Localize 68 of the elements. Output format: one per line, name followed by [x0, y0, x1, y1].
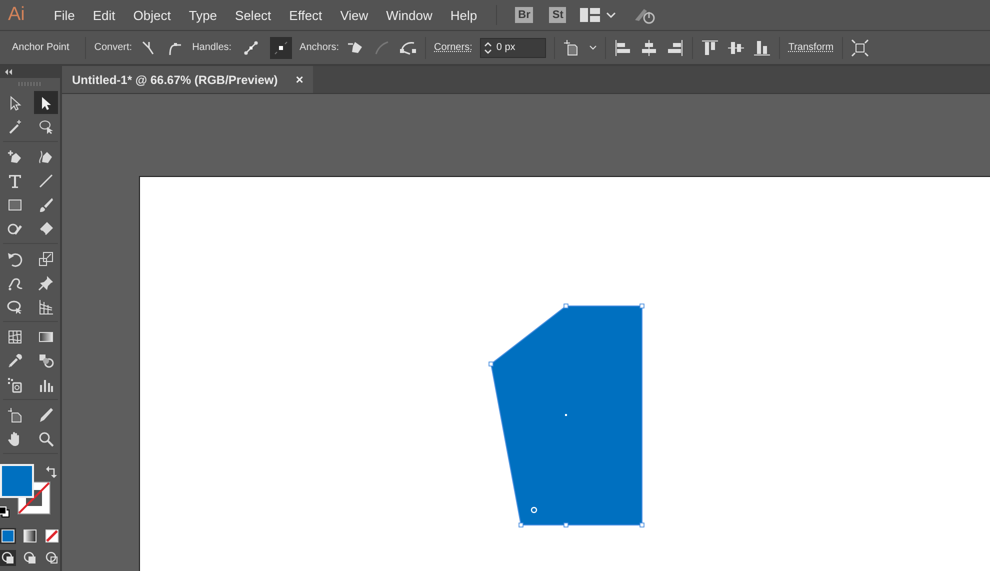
square-icon: [6, 196, 22, 212]
sprayer-icon: [6, 376, 22, 392]
convert-label: Convert:: [94, 42, 132, 53]
menu-item[interactable]: Window: [377, 4, 442, 26]
polygon-shape[interactable]: [488, 304, 644, 528]
fill-swatch[interactable]: [0, 464, 34, 498]
menu-item[interactable]: View: [331, 4, 378, 26]
zoom-icon: [38, 430, 54, 446]
app-badge[interactable]: St: [549, 7, 566, 23]
align-bottom-icon[interactable]: [753, 38, 772, 56]
layout-icon[interactable]: [580, 8, 600, 22]
mesh-icon: [6, 328, 22, 344]
none-mode-button[interactable]: [44, 528, 60, 544]
hide-handles-button[interactable]: [270, 36, 292, 58]
lasso-icon: [38, 118, 54, 134]
scale-icon: [38, 250, 54, 266]
menu-item[interactable]: Edit: [84, 4, 124, 26]
menu-item[interactable]: Effect: [280, 4, 332, 26]
align-left-icon[interactable]: [614, 38, 632, 56]
stepper-icon[interactable]: [484, 40, 492, 54]
eraser-icon: [38, 220, 54, 236]
color-mode-button[interactable]: [0, 528, 16, 544]
rotate-icon: [6, 250, 22, 266]
anchors-label: Anchors:: [300, 42, 339, 53]
diagonal-line-icon: [38, 172, 54, 188]
pen-curve-icon: [38, 148, 54, 164]
menu-item[interactable]: File: [44, 4, 84, 26]
sync-icon[interactable]: [634, 6, 656, 24]
pin-icon: [38, 274, 54, 290]
isolate-icon[interactable]: [850, 38, 869, 56]
grid-icon: [38, 298, 54, 314]
swap-arrows-icon[interactable]: [46, 466, 58, 478]
direct-selection-tool[interactable]: [34, 91, 58, 114]
chevron-down-icon[interactable]: [606, 11, 616, 19]
document-tab[interactable]: Untitled-1* @ 66.67% (RGB/Preview) ×: [62, 66, 314, 93]
pen-plus-icon: [6, 148, 22, 164]
letter-t-icon: [6, 172, 22, 188]
app-logo: Ai: [7, 4, 26, 26]
chevron-down-icon[interactable]: [589, 44, 598, 50]
blend-icon: [38, 352, 54, 368]
corners-field[interactable]: 0 px: [480, 38, 546, 58]
wand-icon: [6, 118, 22, 134]
brush-icon: [38, 196, 54, 212]
align-right-icon[interactable]: [666, 38, 684, 56]
default-colors-icon[interactable]: [0, 506, 10, 518]
collapse-icon[interactable]: [4, 69, 14, 75]
transform-link[interactable]: Transform: [788, 42, 834, 53]
app-badge[interactable]: Br: [515, 7, 534, 23]
eyedropper-icon: [6, 352, 22, 368]
knife-icon: [38, 406, 54, 422]
shape-builder-icon: [6, 298, 22, 314]
corners-link[interactable]: Corners:: [434, 42, 472, 53]
menu-item[interactable]: Type: [180, 4, 226, 26]
artboard-icon: [6, 406, 22, 422]
menu-item[interactable]: Help: [441, 4, 486, 26]
close-tab-button[interactable]: ×: [296, 72, 304, 87]
draw-behind-button[interactable]: [22, 550, 38, 566]
align-top-icon[interactable]: [701, 38, 720, 56]
tool-name: Anchor Point: [12, 42, 70, 53]
handles-label: Handles:: [192, 42, 232, 53]
align-center-icon[interactable]: [640, 38, 658, 56]
draw-inside-button[interactable]: [44, 550, 60, 566]
handles-line-icon: [242, 40, 259, 56]
anchor-square-icon: [272, 40, 289, 56]
menu-item[interactable]: Select: [226, 4, 280, 26]
gradient-mode-button[interactable]: [22, 528, 38, 544]
draw-normal-button[interactable]: [0, 550, 16, 566]
menu-item[interactable]: Object: [124, 4, 180, 26]
